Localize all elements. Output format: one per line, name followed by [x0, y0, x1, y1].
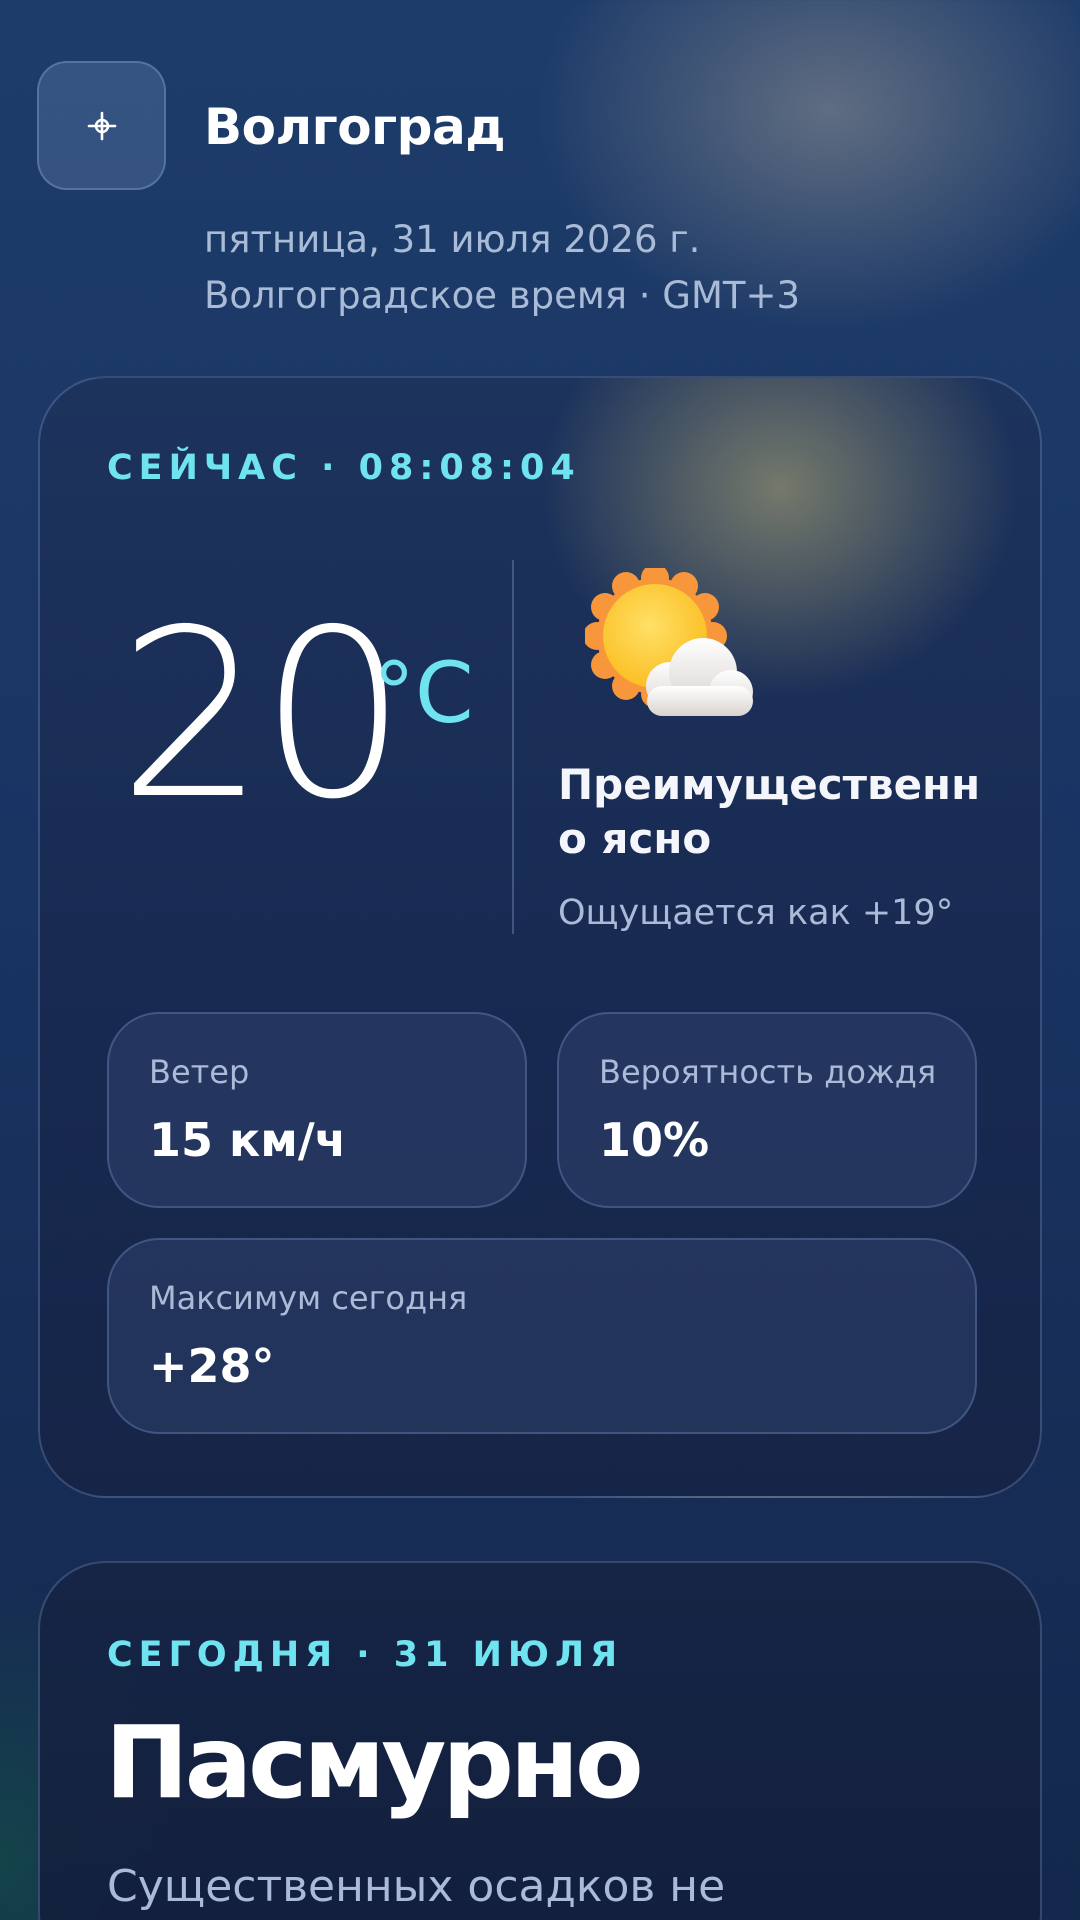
wind-stat: Ветер 15 км/ч: [107, 1012, 527, 1208]
max-temp-label: Максимум сегодня: [149, 1279, 468, 1317]
crosshair-icon: [87, 111, 116, 140]
sun-behind-cloud-icon: [585, 568, 753, 716]
max-temp-value: +28°: [149, 1339, 275, 1393]
wind-label: Ветер: [149, 1053, 250, 1091]
rain-chance-label: Вероятность дождя: [599, 1053, 937, 1091]
timezone: Волгоградское время · GMT+3: [204, 274, 801, 317]
divider: [512, 560, 514, 934]
location-button[interactable]: [37, 61, 166, 190]
today-condition: Пасмурно: [105, 1704, 644, 1821]
current-temperature: 20: [118, 580, 407, 850]
current-date: пятница, 31 июля 2026 г.: [204, 218, 701, 261]
weather-condition: Преимущественно ясно: [558, 760, 981, 863]
current-time-label: СЕЙЧАС · 08:08:04: [107, 448, 581, 488]
temperature-unit: °C: [373, 644, 474, 742]
today-description: Существенных осадков не: [107, 1861, 726, 1912]
rain-chance-value: 10%: [599, 1113, 710, 1167]
feels-like: Ощущается как +19°: [558, 893, 954, 933]
rain-chance-stat: Вероятность дождя 10%: [557, 1012, 977, 1208]
today-forecast-card: СЕГОДНЯ · 31 ИЮЛЯ Пасмурно Существенных …: [38, 1561, 1042, 1920]
weather-screen: Волгоград пятница, 31 июля 2026 г. Волго…: [0, 0, 1080, 1920]
max-temp-stat: Максимум сегодня +28°: [107, 1238, 977, 1434]
city-name: Волгоград: [204, 98, 506, 156]
current-weather-card: СЕЙЧАС · 08:08:04 20 °C Преимущественно …: [38, 376, 1042, 1498]
today-date-label: СЕГОДНЯ · 31 ИЮЛЯ: [107, 1635, 624, 1675]
wind-value: 15 км/ч: [149, 1113, 347, 1167]
